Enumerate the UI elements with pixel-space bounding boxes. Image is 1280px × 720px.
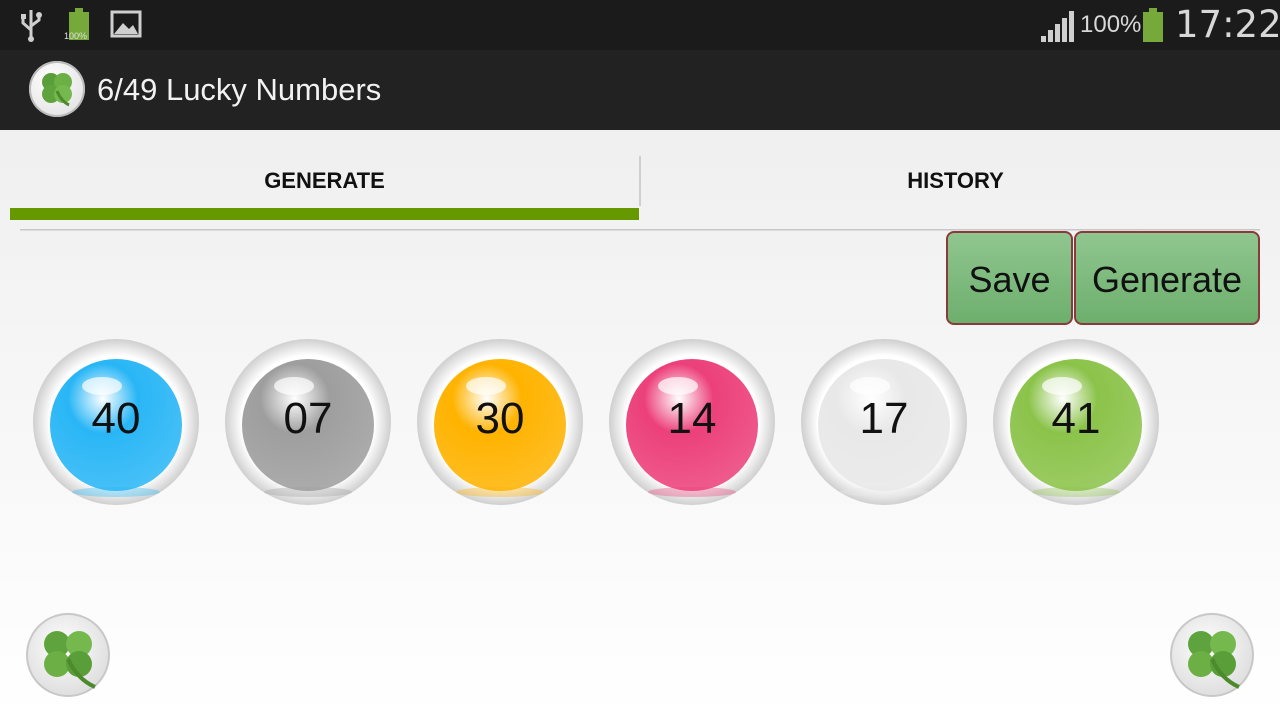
- app-logo[interactable]: [29, 61, 85, 117]
- battery-percent: 100%: [1080, 11, 1142, 38]
- battery-small-label: 100%: [64, 31, 88, 41]
- clover-left-button[interactable]: [25, 607, 111, 699]
- ball-number: 41: [1051, 394, 1101, 443]
- ball-number: 30: [475, 394, 525, 443]
- tab-bar: GENERATE HISTORY: [10, 150, 1270, 220]
- tab-history-label: HISTORY: [907, 168, 1004, 193]
- status-bar: 100% 100% 17:22: [0, 0, 1280, 50]
- clock: 17:22: [1175, 3, 1280, 46]
- ball-number: 17: [859, 394, 909, 443]
- lottery-ball: 30: [416, 334, 584, 514]
- save-button[interactable]: Save: [946, 231, 1073, 325]
- generate-button[interactable]: Generate: [1074, 231, 1260, 325]
- ball-number: 14: [667, 394, 717, 443]
- clover-right-button[interactable]: [1169, 607, 1255, 699]
- tab-history[interactable]: HISTORY: [641, 150, 1270, 220]
- clover-icon: [26, 613, 110, 697]
- app-title: 6/49 Lucky Numbers: [97, 72, 382, 107]
- divider: [20, 229, 1260, 231]
- lottery-ball: 17: [800, 334, 968, 514]
- action-bar: 6/49 Lucky Numbers: [0, 50, 1280, 130]
- tab-generate-label: GENERATE: [264, 168, 385, 193]
- image-icon: [110, 10, 142, 38]
- ball-number: 07: [283, 394, 333, 443]
- signal-icon: [1041, 11, 1074, 42]
- usb-icon: [21, 10, 42, 42]
- lottery-ball: 07: [224, 334, 392, 514]
- tab-selected-indicator: [10, 208, 639, 220]
- lottery-ball: 40: [32, 334, 200, 514]
- ball-number: 40: [91, 394, 141, 443]
- clover-icon: [1170, 613, 1254, 697]
- clover-icon: [42, 73, 72, 107]
- battery-icon: [1143, 8, 1163, 42]
- lottery-ball: 41: [992, 334, 1160, 514]
- lottery-ball: 14: [608, 334, 776, 514]
